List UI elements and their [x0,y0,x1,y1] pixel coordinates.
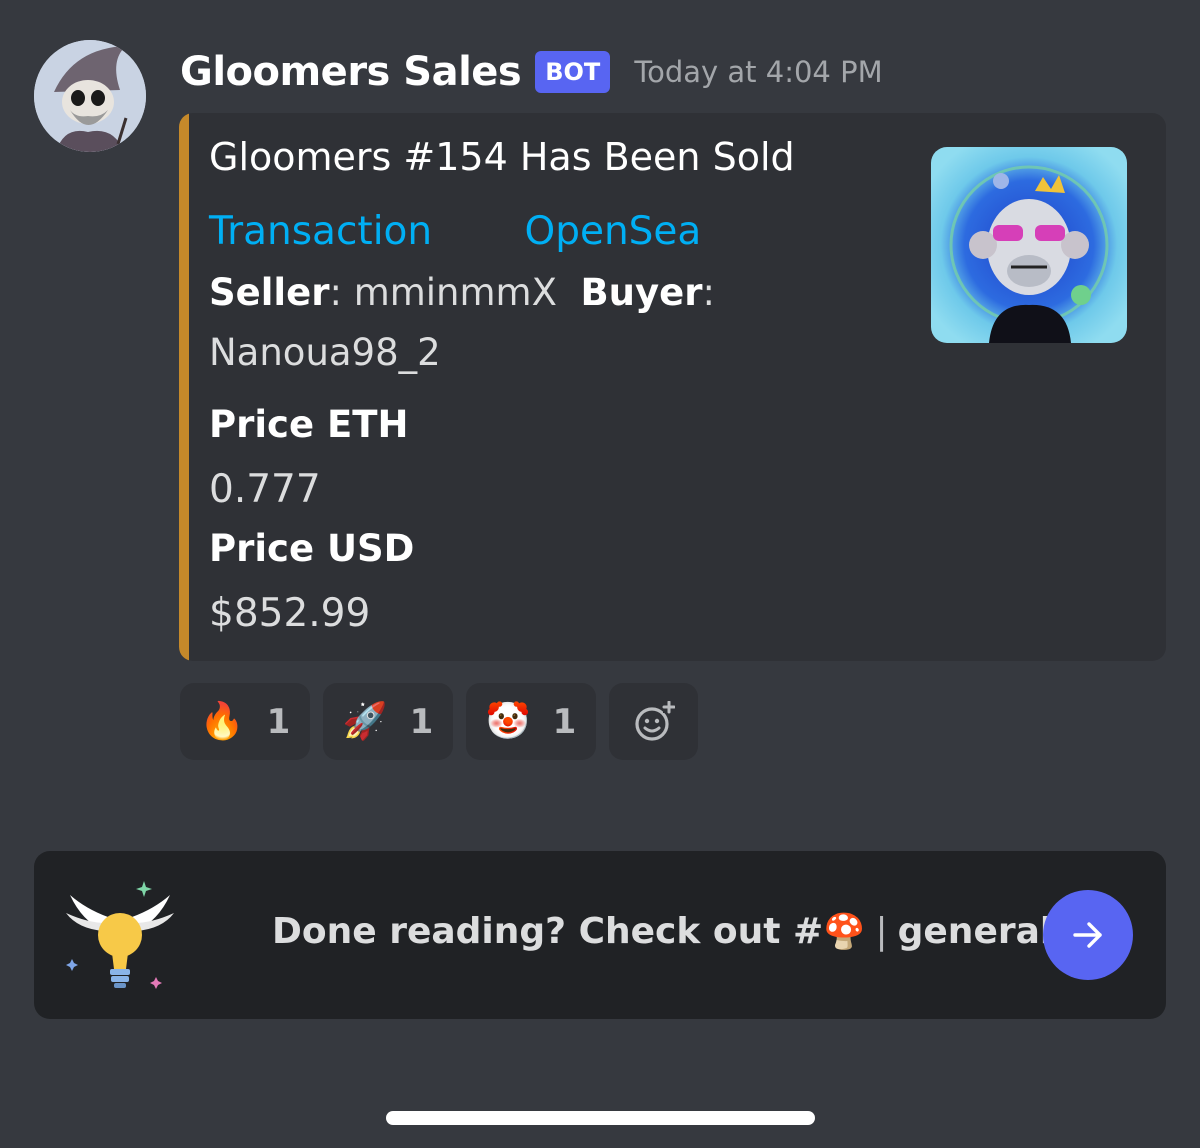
reaction-rocket[interactable]: 🚀 1 [323,683,453,760]
author-avatar[interactable] [34,40,146,152]
message-header: Gloomers Sales BOT Today at 4:04 PM [180,40,883,104]
clown-icon: 🤡 [485,700,531,742]
reaction-bar: 🔥 1 🚀 1 🤡 1 [180,683,698,760]
rocket-icon: 🚀 [342,700,388,742]
nft-thumbnail[interactable] [931,147,1127,343]
transaction-link[interactable]: Transaction [209,209,432,254]
embed-links: Transaction OpenSea [209,209,701,254]
banner-text-before: Done reading? Check out # [272,911,824,952]
mushroom-icon: 🍄 [823,912,866,952]
winged-lightbulb-icon [66,881,174,989]
reaction-fire[interactable]: 🔥 1 [180,683,310,760]
home-indicator[interactable] [386,1111,815,1125]
reaction-count: 1 [552,701,577,742]
reaction-count: 1 [409,701,434,742]
seller-label: Seller [209,271,330,314]
fire-icon: 🔥 [199,700,245,742]
buyer-value: Nanoua98_2 [209,331,441,374]
seller-value: mminmmX [353,271,557,314]
done-reading-banner: Done reading? Check out #🍄 | general. [34,851,1166,1019]
opensea-link[interactable]: OpenSea [525,209,702,254]
author-name[interactable]: Gloomers Sales [180,49,522,95]
embed-title: Gloomers #154 Has Been Sold [209,135,795,179]
buyer-label: Buyer [580,271,703,314]
field-price-usd-value: $852.99 [209,591,371,636]
seller-buyer-line: Seller: mminmmX Buyer: [209,271,715,314]
reaction-clown[interactable]: 🤡 1 [466,683,596,760]
field-price-eth-name: Price ETH [209,403,409,446]
arrow-right-icon [1073,922,1102,948]
reaction-count: 1 [266,701,291,742]
embed-accent-bar [179,113,189,661]
sale-embed: Gloomers #154 Has Been Sold Transaction … [179,113,1166,661]
message-timestamp: Today at 4:04 PM [634,55,883,89]
field-price-usd-name: Price USD [209,527,415,570]
add-reaction-button[interactable] [609,683,698,760]
bot-badge: BOT [535,51,611,93]
channel-separator: | [875,911,888,952]
add-reaction-icon [634,700,675,741]
channel-name-link[interactable]: general. [898,911,1066,952]
go-to-channel-button[interactable] [1043,890,1133,980]
field-price-eth-value: 0.777 [209,467,321,512]
banner-message: Done reading? Check out #🍄 | general. [272,911,1066,952]
